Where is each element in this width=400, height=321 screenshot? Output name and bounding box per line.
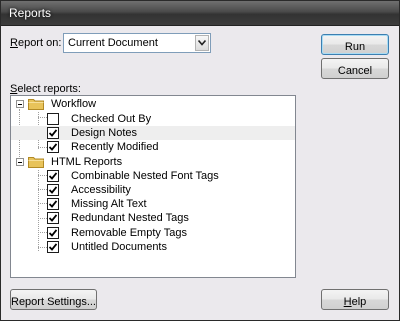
tree-item-label: Combinable Nested Font Tags (71, 170, 219, 182)
tree-item-design-notes[interactable]: Design Notes (11, 126, 295, 140)
report-on-dropdown[interactable]: Current Document (63, 33, 211, 53)
tree-group-label: Workflow (51, 98, 97, 110)
checkmark-icon (49, 200, 57, 208)
chevron-down-icon (198, 40, 206, 46)
folder-icon (28, 99, 44, 110)
checkbox-checked[interactable] (47, 227, 59, 239)
report-on-selected: Current Document (68, 37, 158, 49)
tree-item-checked-out-by[interactable]: Checked Out By (11, 112, 295, 126)
tree-item-label: Removable Empty Tags (71, 227, 187, 239)
checkmark-icon (49, 243, 57, 251)
tree-group-workflow[interactable]: Workflow (11, 97, 295, 111)
folder-icon (28, 157, 44, 168)
checkmark-icon (49, 143, 57, 151)
checkbox-checked[interactable] (47, 241, 59, 253)
checkmark-icon (49, 186, 57, 194)
checkmark-icon (49, 229, 57, 237)
checkbox-checked[interactable] (47, 127, 59, 139)
cancel-button[interactable]: Cancel (321, 58, 389, 79)
tree-item-accessibility[interactable]: Accessibility (11, 183, 295, 197)
collapse-icon[interactable] (16, 158, 24, 166)
tree-item-combinable-nested-font-tags[interactable]: Combinable Nested Font Tags (11, 169, 295, 183)
checkbox-unchecked[interactable] (47, 113, 59, 125)
tree-item-recently-modified[interactable]: Recently Modified (11, 140, 295, 154)
tree-group-label: HTML Reports (51, 156, 123, 168)
tree-item-missing-alt-text[interactable]: Missing Alt Text (11, 197, 295, 211)
tree-item-label: Accessibility (71, 184, 131, 196)
checkmark-icon (49, 214, 57, 222)
tree-group-html-reports[interactable]: HTML Reports (11, 155, 295, 169)
collapse-icon[interactable] (16, 100, 24, 108)
report-settings-button[interactable]: Report Settings... (10, 289, 97, 310)
checkbox-checked[interactable] (47, 141, 59, 153)
dropdown-button[interactable] (195, 35, 209, 51)
run-button[interactable]: Run (321, 34, 389, 55)
tree-item-label: Missing Alt Text (71, 198, 147, 210)
checkbox-checked[interactable] (47, 170, 59, 182)
title-bar[interactable]: Reports (1, 1, 399, 26)
checkbox-checked[interactable] (47, 212, 59, 224)
checkbox-checked[interactable] (47, 198, 59, 210)
tree-item-untitled-documents[interactable]: Untitled Documents (11, 240, 295, 254)
select-reports-label: Select reports: (10, 83, 81, 95)
window-title: Reports (9, 6, 52, 20)
tree-item-removable-empty-tags[interactable]: Removable Empty Tags (11, 226, 295, 240)
tree-item-label: Design Notes (71, 127, 138, 139)
reports-dialog: Reports Report on: Current Document Sele… (0, 0, 400, 321)
checkmark-icon (49, 172, 57, 180)
tree-item-redundant-nested-tags[interactable]: Redundant Nested Tags (11, 211, 295, 225)
report-on-label: Report on: (10, 37, 62, 49)
tree-item-label: Untitled Documents (71, 241, 167, 253)
tree-item-label: Checked Out By (71, 113, 152, 125)
checkbox-checked[interactable] (47, 184, 59, 196)
checkmark-icon (49, 129, 57, 137)
reports-tree[interactable]: Workflow Checked Out By Design Notes Rec… (10, 95, 296, 278)
tree-item-label: Recently Modified (71, 141, 159, 153)
help-button[interactable]: Help (321, 289, 389, 310)
tree-item-label: Redundant Nested Tags (71, 212, 189, 224)
